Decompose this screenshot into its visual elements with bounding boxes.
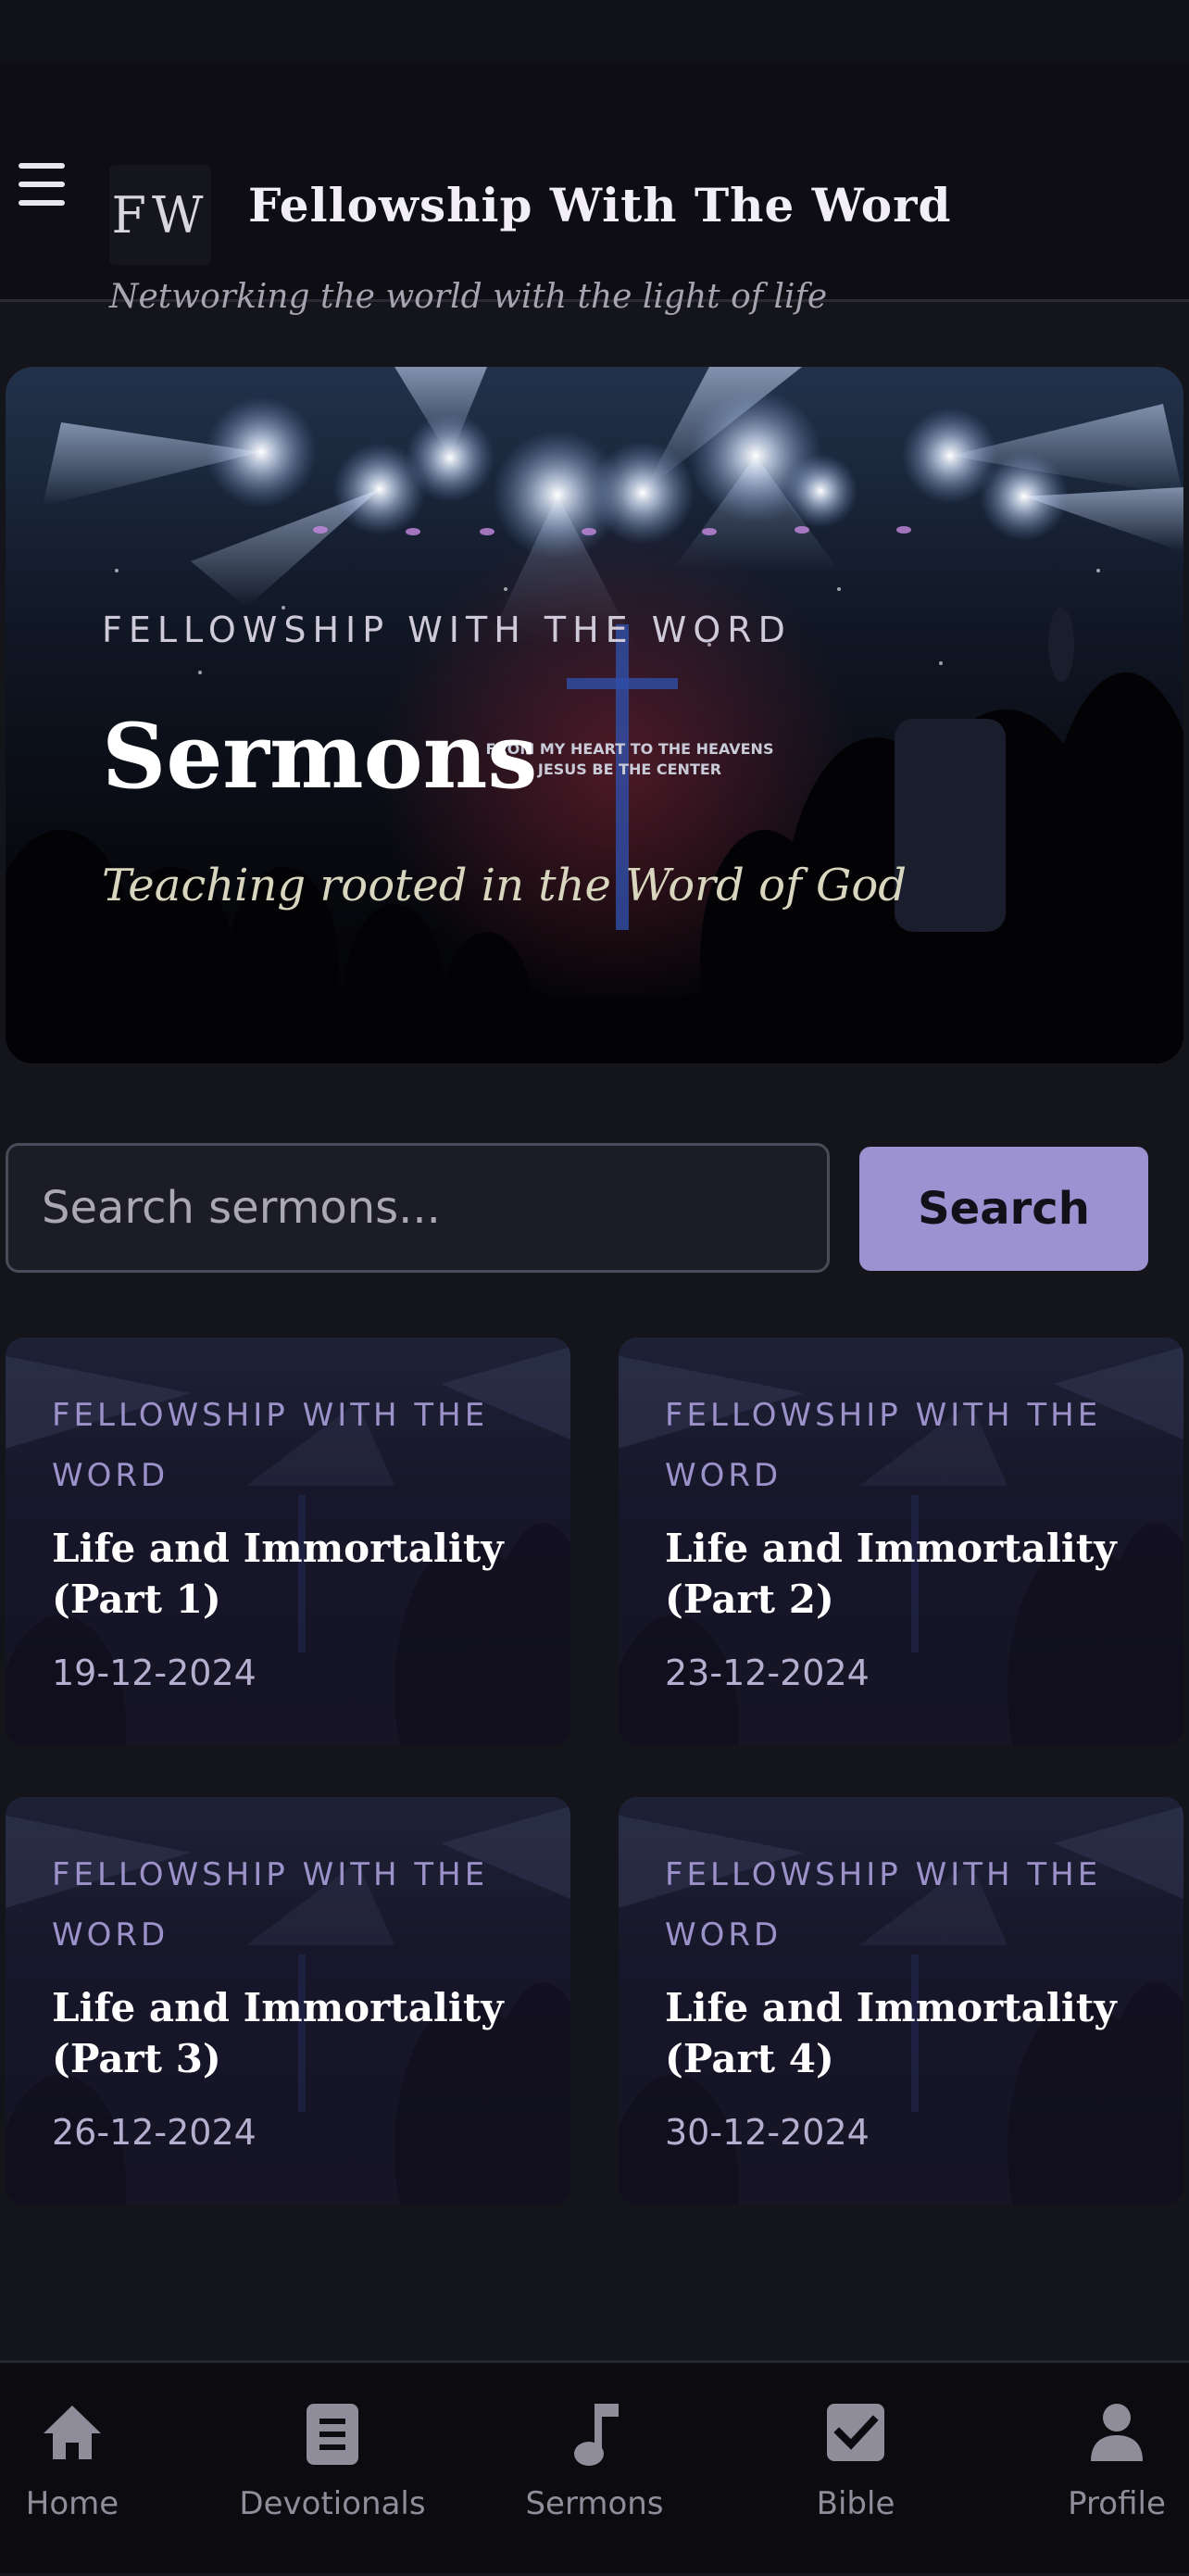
sermon-date: 19-12-2024: [52, 1652, 257, 1693]
search-button[interactable]: Search: [859, 1147, 1148, 1271]
sermon-title: Life and Immortality (Part 4): [665, 1985, 1117, 2081]
hamburger-menu-icon[interactable]: [17, 163, 67, 206]
sermon-title: Life and Immortality (Part 2): [665, 1526, 1117, 1622]
person-icon: [1091, 2404, 1143, 2461]
sermon-card[interactable]: FELLOWSHIP WITH THE WORD Life and Immort…: [6, 1797, 570, 2205]
sermon-series: FELLOWSHIP WITH THE WORD: [52, 1856, 489, 1954]
site-tagline: Networking the world with the light of l…: [109, 278, 828, 316]
status-bar: [0, 0, 1189, 63]
sermon-date: 30-12-2024: [665, 2112, 870, 2153]
sermon-card[interactable]: FELLOWSHIP WITH THE WORD Life and Immort…: [6, 1338, 570, 1745]
sermon-series: FELLOWSHIP WITH THE WORD: [665, 1397, 1102, 1494]
tab-label: Bible: [816, 2485, 895, 2522]
app-header: FW Fellowship With The Word Networking t…: [0, 63, 1189, 316]
tab-label: Home: [25, 2485, 119, 2522]
tab-label: Profile: [1068, 2485, 1166, 2522]
sermon-card[interactable]: FELLOWSHIP WITH THE WORD Life and Immort…: [619, 1338, 1183, 1745]
sermon-card[interactable]: FELLOWSHIP WITH THE WORD Life and Immort…: [619, 1797, 1183, 2205]
bottom-tab-bar: Home Devotionals Sermons Bible Profile: [0, 2360, 1189, 2573]
home-icon: [44, 2406, 101, 2459]
hero-eyebrow: FELLOWSHIP WITH THE WORD: [102, 609, 792, 650]
music-note-icon: [574, 2404, 619, 2466]
site-logo[interactable]: FW: [109, 165, 211, 265]
site-title: Fellowship With The Word: [248, 178, 952, 232]
hero-subtitle: Teaching rooted in the Word of God: [102, 860, 907, 911]
sermon-title: Life and Immortality (Part 1): [52, 1526, 504, 1622]
sermon-date: 23-12-2024: [665, 1652, 870, 1693]
tab-label: Devotionals: [239, 2485, 426, 2522]
hero-banner: FROM MY HEART TO THE HEAVENS JESUS BE TH…: [6, 367, 1183, 1063]
hero-title: Sermons: [102, 704, 538, 809]
book-icon: [307, 2404, 358, 2465]
checkbox-icon: [827, 2404, 884, 2461]
tab-label: Sermons: [525, 2485, 664, 2522]
sermon-date: 26-12-2024: [52, 2112, 257, 2153]
tab-bible[interactable]: Bible: [754, 2363, 957, 2576]
search-input[interactable]: [6, 1143, 830, 1273]
tab-sermons[interactable]: Sermons: [493, 2363, 696, 2576]
sermon-series: FELLOWSHIP WITH THE WORD: [665, 1856, 1102, 1954]
tab-devotionals[interactable]: Devotionals: [231, 2363, 434, 2576]
sermon-title: Life and Immortality (Part 3): [52, 1985, 504, 2081]
tab-home[interactable]: Home: [0, 2363, 174, 2576]
sermon-series: FELLOWSHIP WITH THE WORD: [52, 1397, 489, 1494]
tab-profile[interactable]: Profile: [1015, 2363, 1189, 2576]
